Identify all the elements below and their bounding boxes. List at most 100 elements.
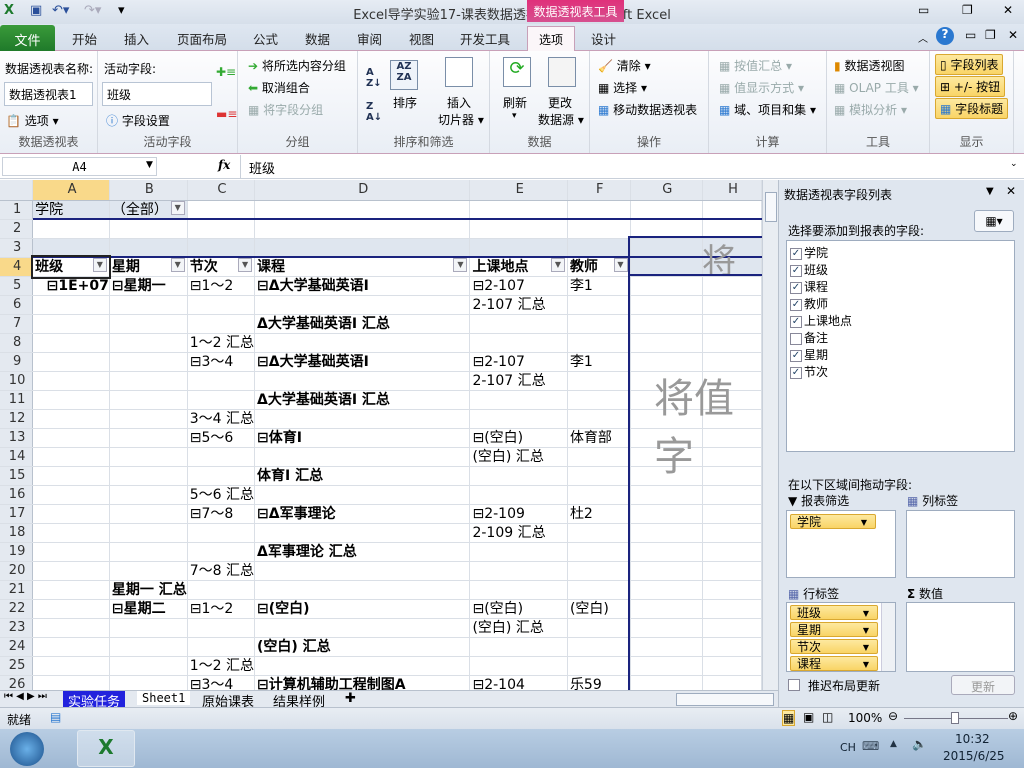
cell[interactable] [567, 561, 631, 581]
field-headers-toggle[interactable]: ▦ 字段标题 [935, 98, 1009, 119]
pivot-name-input[interactable]: 数据透视表1 [4, 82, 93, 106]
cell[interactable] [32, 219, 110, 239]
cell[interactable] [469, 238, 568, 258]
column-header[interactable]: C [187, 180, 256, 201]
defer-update-checkbox[interactable] [788, 679, 800, 691]
clock-time[interactable]: 10:32 [955, 732, 990, 746]
cell[interactable] [567, 409, 631, 429]
formula-input[interactable]: 班级 [240, 155, 1010, 178]
cell[interactable] [254, 485, 471, 505]
slicer-icon[interactable] [445, 57, 473, 87]
row-header[interactable]: 9 [0, 352, 34, 372]
pivot-chart-button[interactable]: ▮ 数据透视图 [834, 57, 904, 74]
cell[interactable] [32, 238, 110, 258]
cell[interactable] [32, 352, 110, 372]
row-header[interactable]: 3 [0, 238, 34, 258]
refresh-icon[interactable]: ⟳ [503, 57, 531, 87]
cell[interactable] [32, 314, 110, 334]
cell[interactable]: ⊟2-107 [469, 352, 568, 372]
cell[interactable] [32, 656, 110, 676]
insert-sheet-icon[interactable]: ✚ [340, 691, 361, 706]
refresh-button[interactable]: 刷新 [503, 94, 527, 111]
field-checkbox[interactable]: ✓ [790, 264, 802, 277]
cell[interactable] [254, 200, 471, 220]
sheet-tab-active[interactable]: Sheet1 [137, 691, 191, 705]
cell[interactable] [187, 466, 256, 486]
sort-desc-icon[interactable]: Z A↓ [366, 101, 382, 123]
field-item[interactable]: ✓ 节次 [790, 363, 1011, 380]
row-header[interactable]: 16 [0, 485, 34, 505]
move-pivot-button[interactable]: ▦ 移动数据透视表 [598, 101, 697, 118]
cell[interactable] [254, 523, 471, 543]
cell[interactable] [567, 219, 631, 239]
show-hidden-icons[interactable]: ▲ [890, 739, 897, 749]
cell[interactable] [567, 371, 631, 391]
cell[interactable] [109, 219, 188, 239]
collapse-ribbon-icon[interactable]: ︿ [918, 30, 928, 45]
cell[interactable] [469, 580, 568, 600]
cell[interactable]: 班级 ▼ [30, 255, 112, 279]
row-header[interactable]: 8 [0, 333, 34, 353]
field-item[interactable]: ✓ 星期 [790, 346, 1011, 363]
sort-asc-icon[interactable]: A Z↓ [366, 67, 382, 89]
select-button[interactable]: ▦ 选择 ▾ [598, 79, 647, 96]
summarize-button[interactable]: ▦ 按值汇总 ▾ [719, 57, 792, 74]
field-checkbox[interactable]: ✓ [790, 281, 802, 294]
cell[interactable]: ⊟Δ大学基础英语Ⅰ [254, 276, 471, 296]
field-item[interactable]: ✓ 学院 [790, 244, 1011, 261]
row-header[interactable]: 11 [0, 390, 34, 410]
cell[interactable] [32, 371, 110, 391]
language-indicator[interactable]: CH [840, 741, 856, 754]
sort-icon[interactable]: AZ ZA [390, 60, 418, 90]
field-item[interactable]: ✓ 班级 [790, 261, 1011, 278]
cell[interactable] [109, 542, 188, 562]
cell[interactable]: (空白) 汇总 [254, 637, 471, 657]
column-header[interactable]: E [469, 180, 568, 201]
values-area[interactable] [906, 602, 1015, 672]
field-checkbox[interactable]: ✓ [790, 298, 802, 311]
cell[interactable] [254, 447, 471, 467]
select-all-corner[interactable] [0, 180, 34, 201]
field-checkbox[interactable]: ✓ [790, 349, 802, 362]
cell[interactable]: Δ大学基础英语Ⅰ 汇总 [254, 314, 471, 334]
row-header[interactable]: 1 [0, 200, 34, 220]
page-break-view-icon[interactable]: ◫ [822, 710, 833, 724]
column-header[interactable]: D [254, 180, 471, 201]
row-header[interactable]: 26 [0, 675, 34, 690]
cell[interactable] [109, 561, 188, 581]
cell[interactable]: (空白) 汇总 [469, 447, 568, 467]
cell[interactable]: ⊟5～6 [187, 428, 256, 448]
scroll-thumb[interactable] [765, 192, 777, 222]
cell[interactable] [567, 295, 631, 315]
vertical-scrollbar[interactable] [762, 180, 778, 690]
spreadsheet-grid[interactable]: A B C D E F G H 1 学院 （全部） ▼ 2 3 4 班级 ▼ 星期 ▼ 节次 ▼ 课程 ▼ 上课地点 ▼ 教师 ▼ 5… [0, 180, 762, 690]
column-drop-zone[interactable]: 将列 [628, 236, 762, 276]
cell[interactable]: 上课地点 ▼ [469, 256, 568, 277]
cell[interactable]: 李1 [567, 276, 631, 296]
cell[interactable] [187, 200, 256, 220]
cell[interactable]: ⊟(空白) [469, 428, 568, 448]
expand-field-icon[interactable]: ✚≡ [216, 65, 236, 79]
cell[interactable] [109, 656, 188, 676]
insert-function-button[interactable]: fx [218, 158, 230, 172]
cell[interactable] [109, 238, 188, 258]
field-checkbox[interactable]: ✓ [790, 366, 802, 379]
excel-taskbar-icon[interactable]: X [77, 730, 135, 767]
change-source-icon[interactable] [548, 57, 576, 87]
name-box-dropdown-icon[interactable]: ▼ [146, 160, 153, 170]
refresh-dropdown-icon[interactable]: ▾ [512, 111, 517, 121]
cell[interactable] [109, 637, 188, 657]
cell[interactable] [32, 637, 110, 657]
row-header[interactable]: 24 [0, 637, 34, 657]
sheet-nav-icons[interactable]: ⏮ ◀ ▶ ⏭ [4, 691, 47, 702]
report-filter-area[interactable]: 学院 ▼ [786, 510, 896, 578]
olap-tools-button[interactable]: ▦ OLAP 工具 ▾ [834, 79, 919, 96]
field-filter-dropdown-icon[interactable]: ▼ [92, 258, 107, 272]
pane-menu-icon[interactable]: ▼ [986, 186, 994, 197]
cell[interactable] [187, 580, 256, 600]
cell[interactable]: Δ军事理论 汇总 [254, 542, 471, 562]
cell[interactable] [469, 200, 568, 220]
cell[interactable]: 节次 ▼ [187, 256, 256, 277]
row-header[interactable]: 18 [0, 523, 34, 543]
cell[interactable] [109, 618, 188, 638]
